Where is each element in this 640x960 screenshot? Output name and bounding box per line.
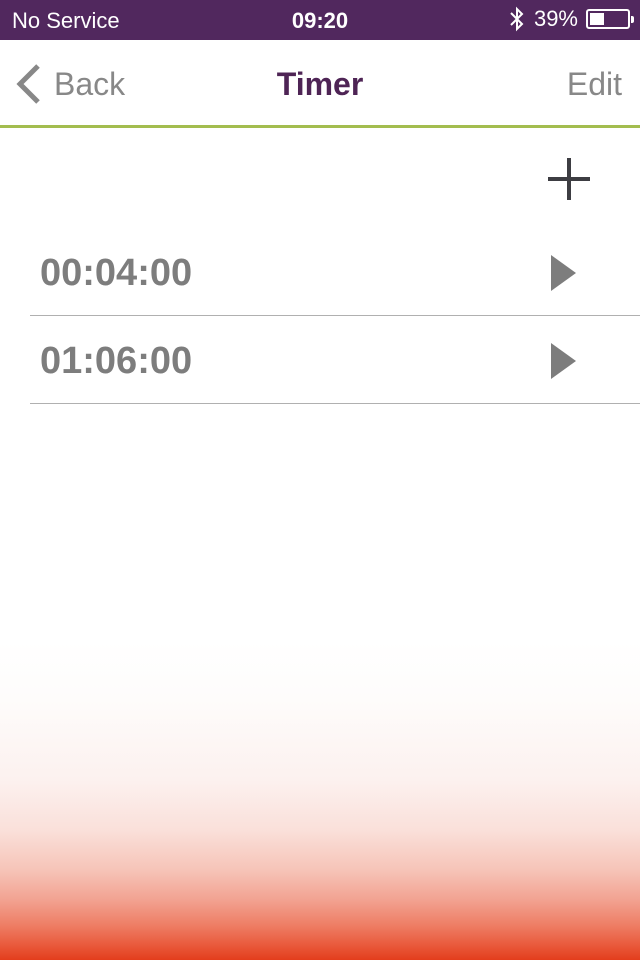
plus-icon	[548, 158, 590, 200]
timer-list: 00:04:00 01:06:00	[30, 228, 640, 404]
page-title: Timer	[276, 66, 364, 102]
battery-icon	[586, 9, 634, 29]
navigation-bar: Back Timer Edit	[0, 40, 640, 128]
play-button[interactable]	[550, 342, 578, 380]
battery-percent: 39%	[533, 6, 578, 31]
add-timer-button[interactable]	[546, 155, 594, 203]
status-bar: No Service 09:20 39%	[0, 0, 640, 40]
bluetooth-icon	[510, 6, 524, 32]
battery-level	[590, 13, 604, 25]
play-button[interactable]	[550, 254, 578, 292]
play-icon	[551, 255, 576, 291]
status-indicators: 39%	[508, 6, 634, 32]
play-icon	[551, 343, 576, 379]
battery-nub	[631, 16, 634, 23]
timer-value: 00:04:00	[40, 252, 193, 294]
timer-value: 01:06:00	[40, 340, 193, 382]
edit-button[interactable]: Edit	[567, 66, 622, 103]
timer-row[interactable]: 01:06:00	[30, 316, 640, 404]
timer-row[interactable]: 00:04:00	[30, 228, 640, 316]
